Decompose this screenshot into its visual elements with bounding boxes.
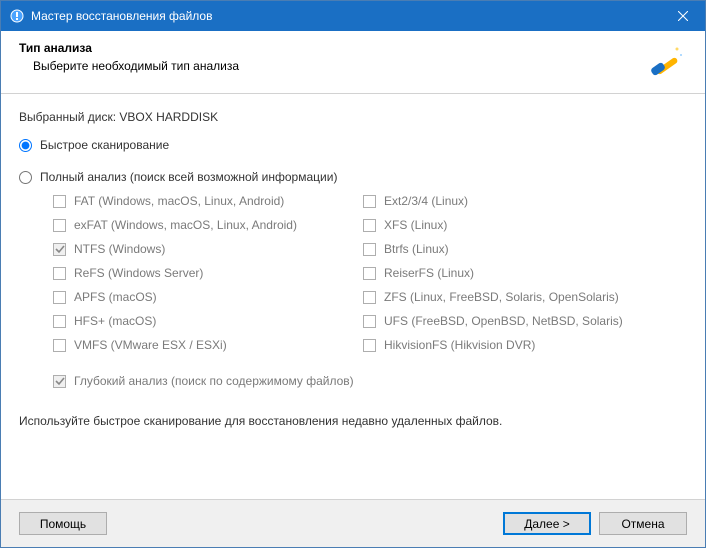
- filesystem-column-left: FAT (Windows, macOS, Linux, Android) exFA…: [53, 194, 363, 362]
- filesystem-column-right: Ext2/3/4 (Linux) XFS (Linux) Btrfs (Linux)…: [363, 194, 673, 362]
- filesystem-grid: FAT (Windows, macOS, Linux, Android) exFA…: [53, 194, 673, 362]
- deep-analysis-option[interactable]: Глубокий анализ (поиск по содержимому фа…: [53, 374, 687, 388]
- filesystem-checkbox[interactable]: [363, 195, 376, 208]
- filesystem-label: XFS (Linux): [384, 218, 447, 232]
- filesystem-checkbox[interactable]: [363, 339, 376, 352]
- cancel-button[interactable]: Отмена: [599, 512, 687, 535]
- wizard-icon: [647, 41, 687, 81]
- filesystem-option[interactable]: HikvisionFS (Hikvision DVR): [363, 338, 673, 352]
- filesystem-label: ReFS (Windows Server): [74, 266, 203, 280]
- filesystem-checkbox[interactable]: [53, 315, 66, 328]
- filesystem-checkbox[interactable]: [363, 243, 376, 256]
- deep-analysis-checkbox[interactable]: [53, 375, 66, 388]
- filesystem-label: FAT (Windows, macOS, Linux, Android): [74, 194, 284, 208]
- scan-quick-option[interactable]: Быстрое сканирование: [19, 138, 687, 152]
- filesystem-checkbox[interactable]: [363, 315, 376, 328]
- close-button[interactable]: [660, 1, 705, 31]
- filesystem-checkbox[interactable]: [53, 195, 66, 208]
- filesystem-option[interactable]: HFS+ (macOS): [53, 314, 363, 328]
- scan-quick-label: Быстрое сканирование: [40, 138, 169, 152]
- filesystem-option[interactable]: FAT (Windows, macOS, Linux, Android): [53, 194, 363, 208]
- scan-quick-radio[interactable]: [19, 139, 32, 152]
- filesystem-checkbox[interactable]: [53, 219, 66, 232]
- filesystem-option[interactable]: Ext2/3/4 (Linux): [363, 194, 673, 208]
- help-button[interactable]: Помощь: [19, 512, 107, 535]
- filesystem-label: UFS (FreeBSD, OpenBSD, NetBSD, Solaris): [384, 314, 623, 328]
- filesystem-option[interactable]: Btrfs (Linux): [363, 242, 673, 256]
- filesystem-label: HFS+ (macOS): [74, 314, 156, 328]
- filesystem-checkbox[interactable]: [53, 339, 66, 352]
- filesystem-checkbox[interactable]: [53, 243, 66, 256]
- filesystem-checkbox[interactable]: [363, 219, 376, 232]
- filesystem-option[interactable]: ZFS (Linux, FreeBSD, Solaris, OpenSolari…: [363, 290, 673, 304]
- filesystem-option[interactable]: NTFS (Windows): [53, 242, 363, 256]
- page-title: Тип анализа: [19, 41, 647, 55]
- filesystem-checkbox[interactable]: [53, 291, 66, 304]
- filesystem-label: ReiserFS (Linux): [384, 266, 474, 280]
- filesystem-checkbox[interactable]: [363, 267, 376, 280]
- titlebar: Мастер восстановления файлов: [1, 1, 705, 31]
- deep-analysis-label: Глубокий анализ (поиск по содержимому фа…: [74, 374, 354, 388]
- filesystem-option[interactable]: APFS (macOS): [53, 290, 363, 304]
- filesystem-option[interactable]: exFAT (Windows, macOS, Linux, Android): [53, 218, 363, 232]
- filesystem-label: ZFS (Linux, FreeBSD, Solaris, OpenSolari…: [384, 290, 619, 304]
- page-subtitle: Выберите необходимый тип анализа: [19, 59, 647, 73]
- wizard-header-text: Тип анализа Выберите необходимый тип ана…: [19, 41, 647, 73]
- filesystem-option[interactable]: ReFS (Windows Server): [53, 266, 363, 280]
- scan-full-label: Полный анализ (поиск всей возможной инфо…: [40, 170, 337, 184]
- wizard-footer: Помощь Далее > Отмена: [1, 499, 705, 547]
- close-icon: [678, 11, 688, 21]
- next-button[interactable]: Далее >: [503, 512, 591, 535]
- filesystem-option[interactable]: XFS (Linux): [363, 218, 673, 232]
- app-icon: [9, 8, 25, 24]
- filesystem-checkbox[interactable]: [53, 267, 66, 280]
- filesystem-label: Btrfs (Linux): [384, 242, 449, 256]
- window-title: Мастер восстановления файлов: [31, 9, 660, 23]
- filesystem-label: APFS (macOS): [74, 290, 157, 304]
- filesystem-label: NTFS (Windows): [74, 242, 165, 256]
- filesystem-option[interactable]: VMFS (VMware ESX / ESXi): [53, 338, 363, 352]
- scan-full-option[interactable]: Полный анализ (поиск всей возможной инфо…: [19, 170, 687, 184]
- filesystem-label: HikvisionFS (Hikvision DVR): [384, 338, 535, 352]
- filesystem-checkbox[interactable]: [363, 291, 376, 304]
- hint-text: Используйте быстрое сканирование для вос…: [19, 414, 687, 428]
- scan-full-radio[interactable]: [19, 171, 32, 184]
- filesystem-label: exFAT (Windows, macOS, Linux, Android): [74, 218, 297, 232]
- wizard-header: Тип анализа Выберите необходимый тип ана…: [1, 31, 705, 94]
- filesystem-label: VMFS (VMware ESX / ESXi): [74, 338, 227, 352]
- filesystem-option[interactable]: ReiserFS (Linux): [363, 266, 673, 280]
- filesystem-label: Ext2/3/4 (Linux): [384, 194, 468, 208]
- filesystem-option[interactable]: UFS (FreeBSD, OpenBSD, NetBSD, Solaris): [363, 314, 673, 328]
- wizard-content: Выбранный диск: VBOX HARDDISK Быстрое ск…: [1, 94, 705, 499]
- selected-disk-label: Выбранный диск: VBOX HARDDISK: [19, 110, 687, 124]
